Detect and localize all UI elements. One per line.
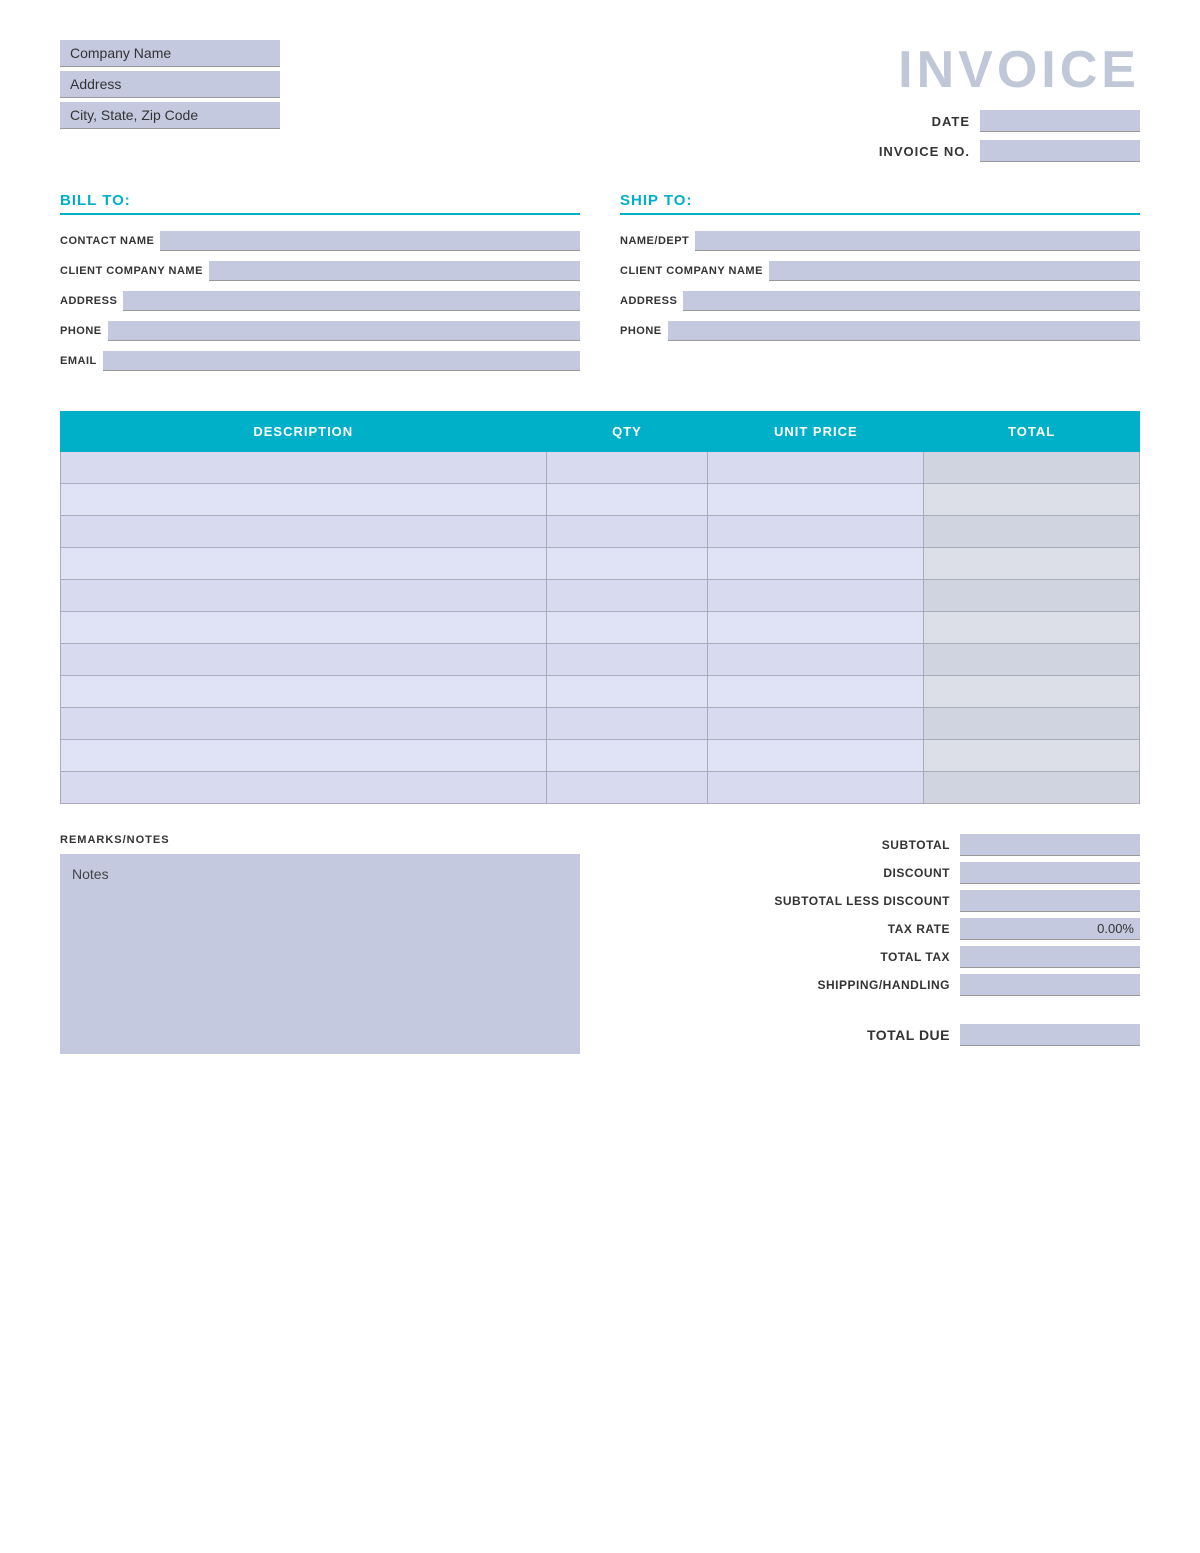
- ship-company-row: CLIENT COMPANY NAME: [620, 261, 1140, 281]
- table-row: [61, 516, 1140, 548]
- invoice-no-label: INVOICE NO.: [870, 144, 970, 159]
- subtotal-less-row: SUBTOTAL LESS DISCOUNT: [620, 890, 1140, 912]
- remarks-col: REMARKS/NOTES Notes: [60, 834, 580, 1054]
- table-row: [61, 580, 1140, 612]
- table-row: [61, 484, 1140, 516]
- discount-label: DISCOUNT: [750, 866, 950, 880]
- table-row: [61, 612, 1140, 644]
- subtotal-label: SUBTOTAL: [750, 838, 950, 852]
- bill-company-field[interactable]: [209, 261, 580, 281]
- table-header-row: DESCRIPTION QTY UNIT PRICE TOTAL: [61, 412, 1140, 452]
- tax-rate-label: TAX RATE: [750, 922, 950, 936]
- invoice-header: Company Name Address City, State, Zip Co…: [60, 40, 1140, 162]
- ship-company-label: CLIENT COMPANY NAME: [620, 265, 763, 277]
- discount-row: DISCOUNT: [620, 862, 1140, 884]
- company-address-field[interactable]: Address: [60, 71, 280, 98]
- ship-phone-label: PHONE: [620, 325, 662, 337]
- bill-email-label: EMAIL: [60, 355, 97, 367]
- tax-rate-row: TAX RATE 0.00%: [620, 918, 1140, 940]
- col-unit-price: UNIT PRICE: [708, 412, 924, 452]
- shipping-label: SHIPPING/HANDLING: [750, 978, 950, 992]
- bill-contact-row: CONTACT NAME: [60, 231, 580, 251]
- ship-namedept-label: NAME/DEPT: [620, 235, 689, 247]
- bill-address-row: ADDRESS: [60, 291, 580, 311]
- remarks-label: REMARKS/NOTES: [60, 834, 580, 846]
- discount-field[interactable]: [960, 862, 1140, 884]
- ship-namedept-field[interactable]: [695, 231, 1140, 251]
- date-row: DATE: [870, 110, 1140, 132]
- bill-contact-field[interactable]: [160, 231, 580, 251]
- bill-company-label: CLIENT COMPANY NAME: [60, 265, 203, 277]
- ship-to-col: SHIP TO: NAME/DEPT CLIENT COMPANY NAME A…: [620, 192, 1140, 381]
- bill-address-field[interactable]: [123, 291, 580, 311]
- col-description: DESCRIPTION: [61, 412, 547, 452]
- bill-phone-row: PHONE: [60, 321, 580, 341]
- invoice-no-row: INVOICE NO.: [870, 140, 1140, 162]
- total-due-field[interactable]: [960, 1024, 1140, 1046]
- bottom-section: REMARKS/NOTES Notes SUBTOTAL DISCOUNT SU…: [60, 834, 1140, 1054]
- bill-email-row: EMAIL: [60, 351, 580, 371]
- bill-email-field[interactable]: [103, 351, 580, 371]
- bill-contact-label: CONTACT NAME: [60, 235, 154, 247]
- date-field[interactable]: [980, 110, 1140, 132]
- invoice-meta: DATE INVOICE NO.: [870, 110, 1140, 162]
- subtotal-less-label: SUBTOTAL LESS DISCOUNT: [750, 894, 950, 908]
- company-city-field[interactable]: City, State, Zip Code: [60, 102, 280, 129]
- subtotal-field[interactable]: [960, 834, 1140, 856]
- bill-phone-label: PHONE: [60, 325, 102, 337]
- items-table: DESCRIPTION QTY UNIT PRICE TOTAL: [60, 411, 1140, 804]
- ship-to-header: SHIP TO:: [620, 192, 1140, 215]
- date-label: DATE: [870, 114, 970, 129]
- total-due-label: TOTAL DUE: [750, 1027, 950, 1043]
- invoice-no-field[interactable]: [980, 140, 1140, 162]
- bill-address-label: ADDRESS: [60, 295, 117, 307]
- ship-phone-row: PHONE: [620, 321, 1140, 341]
- ship-phone-field[interactable]: [668, 321, 1140, 341]
- shipping-field[interactable]: [960, 974, 1140, 996]
- tax-rate-field[interactable]: 0.00%: [960, 918, 1140, 940]
- subtotal-row: SUBTOTAL: [620, 834, 1140, 856]
- col-total: TOTAL: [924, 412, 1140, 452]
- ship-namedept-row: NAME/DEPT: [620, 231, 1140, 251]
- bill-to-header: BILL TO:: [60, 192, 580, 215]
- company-name-field[interactable]: Company Name: [60, 40, 280, 67]
- total-tax-row: TOTAL TAX: [620, 946, 1140, 968]
- table-row: [61, 452, 1140, 484]
- company-info: Company Name Address City, State, Zip Co…: [60, 40, 280, 129]
- ship-address-field[interactable]: [683, 291, 1140, 311]
- table-row: [61, 676, 1140, 708]
- subtotal-less-field[interactable]: [960, 890, 1140, 912]
- notes-placeholder: Notes: [72, 866, 109, 882]
- ship-address-label: ADDRESS: [620, 295, 677, 307]
- table-row: [61, 740, 1140, 772]
- ship-company-field[interactable]: [769, 261, 1140, 281]
- billing-section: BILL TO: CONTACT NAME CLIENT COMPANY NAM…: [60, 192, 1140, 381]
- totals-col: SUBTOTAL DISCOUNT SUBTOTAL LESS DISCOUNT…: [620, 834, 1140, 1046]
- ship-address-row: ADDRESS: [620, 291, 1140, 311]
- table-row: [61, 772, 1140, 804]
- bill-phone-field[interactable]: [108, 321, 580, 341]
- col-qty: QTY: [546, 412, 708, 452]
- invoice-title: INVOICE: [898, 40, 1140, 100]
- bill-company-row: CLIENT COMPANY NAME: [60, 261, 580, 281]
- table-row: [61, 548, 1140, 580]
- total-tax-label: TOTAL TAX: [750, 950, 950, 964]
- shipping-row: SHIPPING/HANDLING: [620, 974, 1140, 996]
- total-tax-field[interactable]: [960, 946, 1140, 968]
- invoice-meta-block: INVOICE DATE INVOICE NO.: [870, 40, 1140, 162]
- notes-box[interactable]: Notes: [60, 854, 580, 1054]
- bill-to-col: BILL TO: CONTACT NAME CLIENT COMPANY NAM…: [60, 192, 580, 381]
- total-due-row: TOTAL DUE: [620, 1024, 1140, 1046]
- table-row: [61, 644, 1140, 676]
- table-row: [61, 708, 1140, 740]
